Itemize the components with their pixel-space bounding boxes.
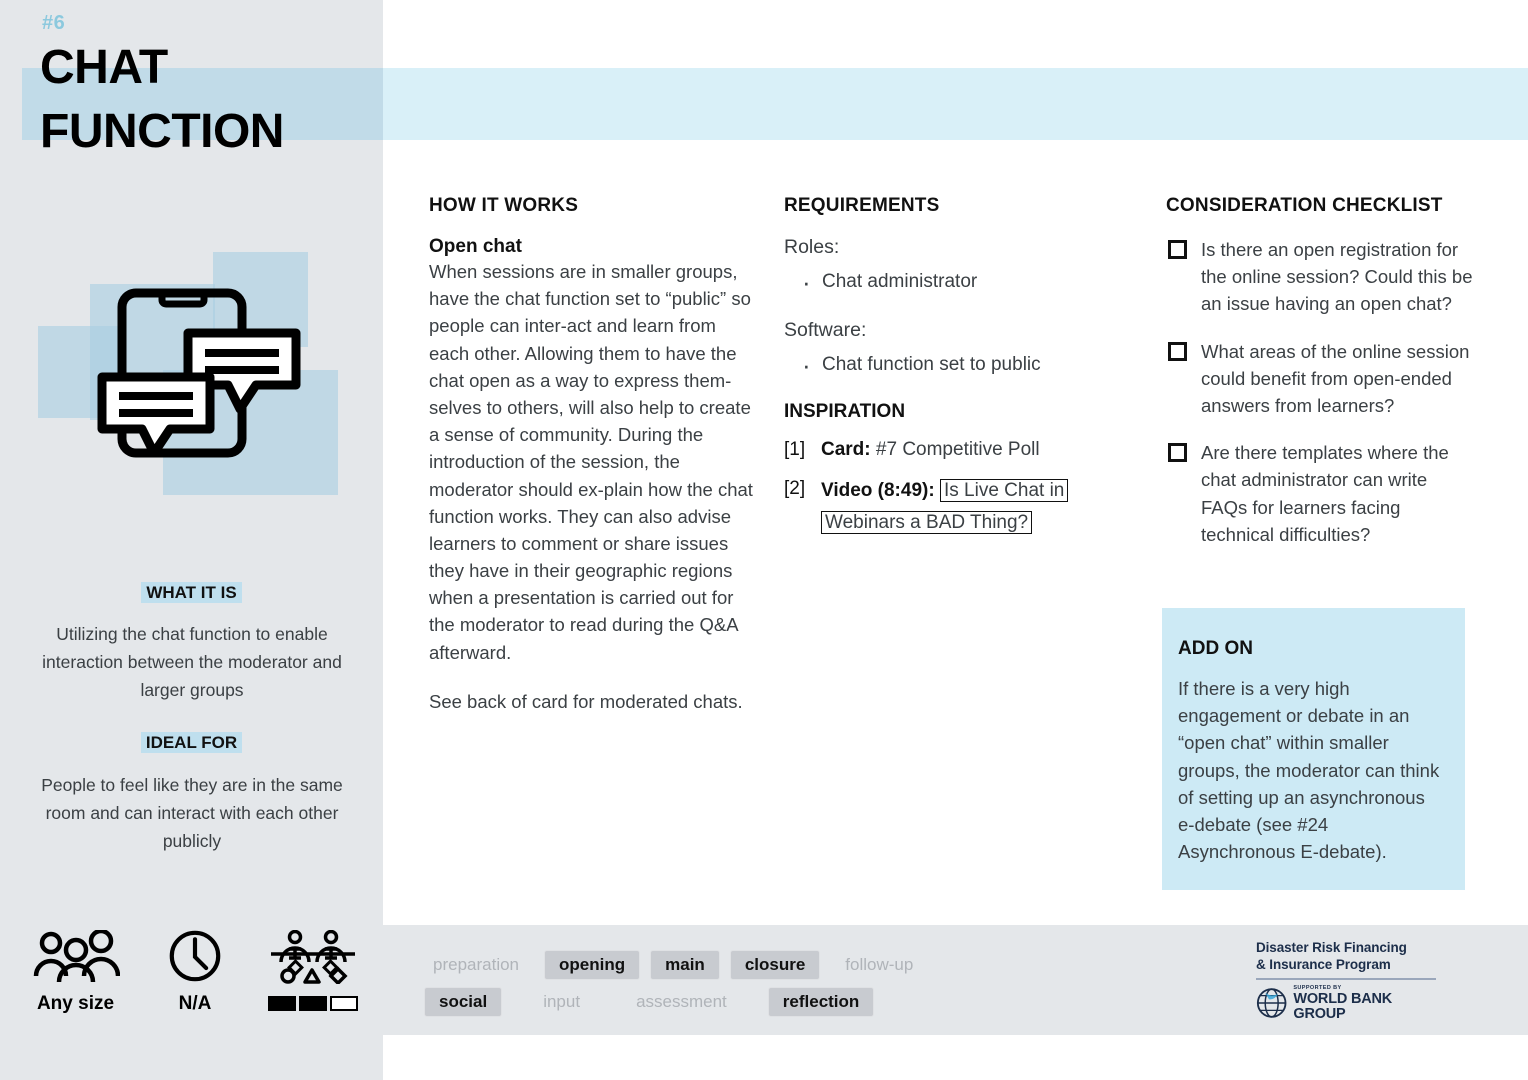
clock-icon: [169, 930, 221, 982]
checkbox[interactable]: [1168, 341, 1187, 361]
complexity-meta: [255, 929, 370, 1011]
group-size-meta: Any size: [18, 928, 133, 1015]
inspiration-value: #7 Competitive Poll: [875, 439, 1040, 460]
card-title-line-1: CHAT: [40, 41, 168, 94]
add-on-title: ADD ON: [1178, 638, 1253, 659]
checkbox[interactable]: [1168, 240, 1187, 259]
world-bank-text: SUPPORTED BY WORLD BANK GROUP: [1293, 985, 1436, 1022]
ideal-for-body: People to feel like they are in the same…: [41, 775, 343, 851]
logo-divider: [1256, 978, 1436, 980]
requirements-column: REQUIREMENTS Roles: Chat administrator S…: [784, 195, 1084, 551]
inspiration-index: [1]: [784, 439, 806, 460]
people-icon: [33, 928, 120, 983]
what-it-is-heading: WHAT IT IS: [0, 582, 383, 603]
tag-preparation[interactable]: preparation: [418, 950, 534, 980]
roles-label: Roles:: [784, 236, 840, 258]
inspiration-title: INSPIRATION: [784, 401, 906, 422]
tag-social[interactable]: social: [424, 987, 503, 1017]
checklist-item[interactable]: Are there templates where the chat admin…: [1166, 439, 1476, 548]
ideal-for-heading: IDEAL FOR: [0, 732, 383, 753]
footer: preparation opening main closure follow-…: [383, 925, 1528, 1035]
tag-closure[interactable]: closure: [729, 950, 821, 980]
inspiration-label: Card:: [821, 439, 871, 460]
organization-logo: Disaster Risk Financing & Insurance Prog…: [1256, 939, 1436, 1021]
tag-follow-up[interactable]: follow-up: [830, 950, 928, 980]
add-on-body: If there is a very high engagement or de…: [1178, 678, 1440, 863]
group-size-label: Any size: [36, 993, 115, 1014]
inspiration-index: [2]: [784, 477, 806, 499]
world-bank-lockup: SUPPORTED BY WORLD BANK GROUP: [1256, 985, 1436, 1022]
duration-label: N/A: [178, 993, 212, 1014]
phone-chat-icon: [97, 288, 301, 458]
card-page: #6 CHAT FUNCTION WHAT IT IS Utilizing th…: [0, 0, 1528, 1080]
card-number: #6: [42, 12, 66, 34]
tag-input[interactable]: input: [528, 987, 595, 1017]
meta-icons: Any size N/A: [0, 928, 383, 1050]
complexity-bar-empty: [329, 996, 358, 1011]
checkbox[interactable]: [1168, 443, 1187, 463]
interaction-complexity-icon: [270, 929, 355, 986]
tag-reflection[interactable]: reflection: [767, 987, 875, 1017]
inspiration-entry: Card: #7 Competitive Poll: [821, 436, 1040, 464]
phase-tag-row-1: preparation opening main closure follow-…: [418, 950, 928, 980]
duration-meta: N/A: [145, 930, 245, 1015]
complexity-bar-filled: [267, 996, 296, 1011]
checklist-item[interactable]: Is there an open registration for the on…: [1166, 236, 1476, 318]
inspiration-entry: Video (8:49): Is Live Chat in Webinars a…: [821, 475, 1084, 540]
tag-main[interactable]: main: [650, 950, 720, 980]
software-label: Software:: [784, 318, 867, 341]
how-it-works-subtitle: Open chat: [429, 236, 522, 257]
how-it-works-note: See back of card for moderated chats.: [429, 690, 743, 712]
complexity-bar-filled: [298, 996, 327, 1011]
checklist-column: CONSIDERATION CHECKLIST Is there an open…: [1166, 195, 1476, 568]
add-on-panel: ADD ON If there is a very high engagemen…: [1162, 608, 1465, 890]
how-it-works-body: When sessions are in smaller groups, hav…: [429, 261, 753, 663]
list-item: Chat administrator: [800, 263, 1084, 301]
how-it-works-title: HOW IT WORKS: [429, 195, 579, 216]
sidebar: #6 CHAT FUNCTION WHAT IT IS Utilizing th…: [0, 0, 383, 1080]
globe-icon: [1256, 988, 1287, 1019]
list-item: [2] Video (8:49): Is Live Chat in Webina…: [784, 475, 1084, 540]
software-list: Chat function set to public: [800, 346, 1084, 384]
header-accent-band: [383, 68, 1528, 140]
card-title-line-2: FUNCTION: [40, 104, 284, 158]
logo-world-bank: WORLD BANK GROUP: [1293, 991, 1393, 1022]
tag-assessment[interactable]: assessment: [621, 987, 742, 1017]
phase-tag-row-2: social input assessment reflection: [424, 987, 928, 1017]
inspiration-label: Video (8:49):: [821, 479, 935, 501]
checklist-item-label: Is there an open registration for the on…: [1201, 239, 1473, 315]
checklist-title: CONSIDERATION CHECKLIST: [1166, 195, 1443, 216]
what-it-is-body: Utilizing the chat function to enable in…: [42, 624, 342, 700]
roles-list: Chat administrator: [800, 263, 1084, 301]
logo-program-name: Disaster Risk Financing & Insurance Prog…: [1256, 940, 1407, 972]
chat-illustration: [30, 240, 360, 520]
list-item: Chat function set to public: [800, 346, 1084, 384]
list-item: [1] Card: #7 Competitive Poll: [784, 436, 1084, 464]
tag-opening[interactable]: opening: [544, 950, 641, 980]
checklist-item-label: Are there templates where the chat admin…: [1201, 442, 1449, 545]
checklist-item-label: What areas of the online session could b…: [1201, 340, 1470, 416]
phase-tags: preparation opening main closure follow-…: [418, 950, 928, 1024]
page-title: CHAT FUNCTION: [40, 36, 380, 164]
complexity-bars: [255, 996, 370, 1011]
requirements-title: REQUIREMENTS: [784, 195, 940, 216]
checklist-item[interactable]: What areas of the online session could b…: [1166, 338, 1476, 420]
how-it-works-column: HOW IT WORKS Open chat When sessions are…: [429, 195, 754, 715]
